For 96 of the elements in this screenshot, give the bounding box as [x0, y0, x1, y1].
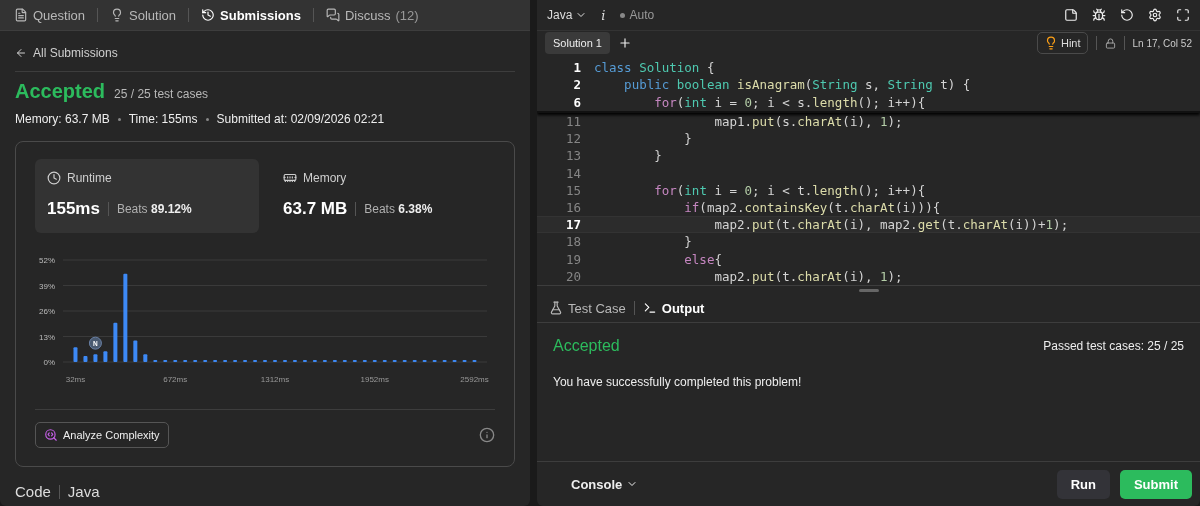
reset-icon[interactable] [1120, 8, 1134, 22]
axis-label: 0% [43, 358, 55, 367]
file-tab[interactable]: Solution 1 [545, 32, 610, 54]
chat-icon [325, 8, 340, 22]
memory-chip-icon [283, 171, 297, 185]
submission-detail: Time: 155ms [128, 112, 198, 126]
panel-tab[interactable]: Submissions [193, 0, 309, 30]
arrow-left-icon [15, 47, 27, 59]
stat-label: Memory [303, 171, 347, 185]
discussion-count: (12) [395, 7, 419, 23]
code-line: map2.put(t.charAt(i), map2.get(t.charAt(i))+1); [713, 217, 1069, 233]
line-number: 20 [564, 268, 582, 284]
result-status: Accepted [15, 80, 106, 103]
run-button[interactable]: Run [1056, 469, 1110, 499]
axis-label: 1952ms [360, 375, 389, 384]
line-number: 6 [572, 94, 582, 110]
bug-icon[interactable] [1092, 8, 1106, 22]
axis-label: 26% [39, 307, 55, 316]
line-number: 19 [564, 251, 582, 267]
code-line: public boolean isAnagram(String s, String t) { [623, 77, 971, 93]
histogram-bar [143, 354, 148, 362]
panel-tab[interactable]: Question [6, 0, 94, 30]
note-icon[interactable] [1064, 8, 1078, 22]
code-heading: Code [15, 483, 51, 500]
stat-panel[interactable]: Runtime 155ms Beats 89.12% [35, 159, 259, 233]
cursor-position: Ln 17, Col 52 [1132, 37, 1192, 49]
line-number: 17 [564, 217, 582, 233]
code-line: } [653, 148, 662, 164]
axis-label: 672ms [163, 375, 188, 384]
stat-value: 155ms [47, 199, 100, 219]
code-line: } [683, 131, 692, 147]
line-number: 12 [564, 131, 582, 147]
add-tab-icon[interactable] [617, 36, 632, 50]
flask-icon [549, 301, 563, 315]
histogram-bar [93, 354, 98, 362]
console-tab[interactable]: Output [634, 293, 713, 323]
line-number: 11 [564, 114, 582, 129]
line-number: 16 [564, 200, 582, 215]
beats-percentage: Beats 6.38% [355, 202, 433, 216]
fullscreen-icon[interactable] [1176, 8, 1190, 22]
histogram-bar [73, 347, 78, 362]
histogram-bar [113, 322, 118, 362]
code-line: for(int i = 0; i < s.length(); i++){ [653, 94, 926, 110]
test-case-count: 25 / 25 test cases [114, 87, 209, 101]
terminal-icon [642, 301, 657, 315]
search-icon [44, 428, 58, 442]
code-line: for(int i = 0; i < t.length(); i++){ [653, 182, 926, 198]
stat-label: Runtime [67, 171, 112, 185]
success-message: You have successfully completed this problem! [553, 375, 803, 389]
analyze-complexity-button[interactable]: Analyze Complexity [35, 422, 169, 448]
mode-label: Auto [629, 8, 655, 22]
histogram-bar [103, 351, 108, 362]
axis-label: 13% [39, 332, 55, 342]
code-line: class Solution { [594, 60, 715, 76]
back-link[interactable]: All Submissions [15, 35, 515, 72]
panel-tab[interactable]: Solution [102, 0, 185, 30]
axis-label: 2592ms [460, 375, 489, 384]
line-number: 13 [564, 148, 582, 164]
hint-button[interactable]: Hint [1036, 32, 1088, 54]
language-selector[interactable]: Java [547, 8, 588, 22]
console-tab[interactable]: Test Case [541, 293, 634, 323]
beats-percentage: Beats 89.12% [107, 202, 192, 216]
code-line: } [683, 234, 692, 250]
histogram-bar [133, 340, 138, 362]
passed-count: Passed test cases: 25 / 25 [1043, 339, 1184, 353]
axis-label: 52% [39, 256, 55, 265]
output-status: Accepted [553, 337, 620, 355]
line-number: 2 [572, 77, 582, 93]
clock-icon [47, 171, 61, 185]
code-language: Java [67, 483, 100, 500]
info-icon[interactable] [479, 427, 495, 443]
axis-label: 39% [39, 281, 55, 291]
resize-handle[interactable] [858, 288, 879, 292]
submission-detail: Memory: 63.7 MB [15, 112, 110, 126]
axis-label: 1312ms [260, 375, 290, 384]
lock-icon [1104, 37, 1116, 49]
history-icon [201, 8, 216, 22]
code-line: map1.put(s.charAt(i), 1); [713, 114, 903, 129]
stat-panel[interactable]: Memory 63.7 MB Beats 6.38% [271, 159, 495, 233]
console-toggle[interactable]: Console [565, 475, 645, 493]
document-icon [14, 8, 28, 22]
line-number: 18 [564, 234, 582, 250]
panel-tab[interactable]: Discuss (12) [317, 0, 427, 30]
stat-value: 63.7 MB [283, 199, 348, 219]
code-editor[interactable] [537, 59, 1200, 285]
line-number: 15 [564, 182, 582, 198]
line-number: 1 [572, 60, 582, 76]
axis-label: 32ms [65, 375, 86, 384]
code-line: if(map2.containsKey(t.charAt(i))){ [683, 200, 941, 215]
submission-detail: Submitted at: 02/09/2026 02:21 [216, 112, 385, 126]
settings-icon[interactable] [1148, 8, 1162, 22]
format-button[interactable]: i [601, 7, 606, 23]
code-line: else{ [683, 251, 722, 267]
line-number: 14 [564, 165, 582, 181]
histogram-bar [83, 356, 88, 362]
code-line: map2.put(t.charAt(i), 1); [713, 268, 903, 284]
